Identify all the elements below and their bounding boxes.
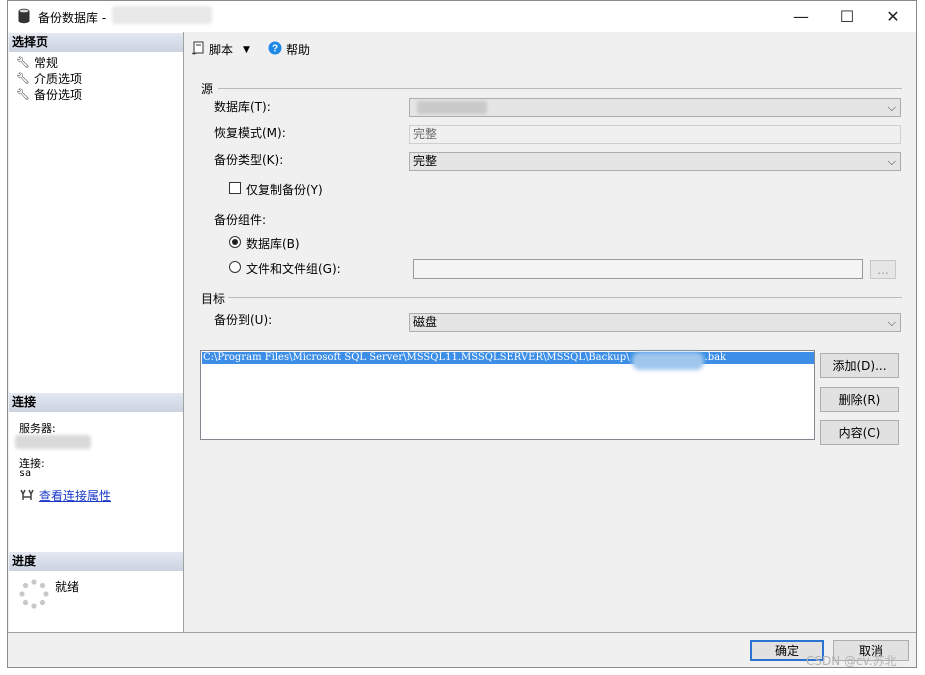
help-button[interactable]: ? 帮助	[268, 41, 310, 58]
backup-type-value: 完整	[413, 154, 438, 168]
backup-to-select[interactable]: 磁盘 ⌵	[409, 313, 901, 332]
select-page-header: 选择页	[9, 33, 183, 52]
chevron-down-icon: ⌵	[887, 316, 896, 329]
nav-item-general[interactable]: 🔧︎ 常规	[16, 54, 58, 71]
backup-database-dialog: 备份数据库 - — ☐ ✕ 选择页 🔧︎ 常规 🔧︎ 介质选项 🔧︎ 备份选项 …	[7, 0, 917, 668]
nav-item-media-options[interactable]: 🔧︎ 介质选项	[16, 70, 82, 87]
minimize-icon: —	[793, 7, 809, 26]
connection-value: sa	[19, 468, 32, 479]
script-button[interactable]: 脚本 ▼	[191, 41, 250, 58]
chevron-down-icon[interactable]: ▼	[243, 45, 250, 55]
add-label: 添加(D)...	[832, 359, 887, 373]
server-label: 服务器:	[19, 422, 56, 435]
backup-to-value: 磁盘	[413, 315, 438, 329]
radio-database-label[interactable]: 数据库(B)	[246, 235, 300, 252]
destination-group-label: 目标	[201, 292, 226, 306]
title-bar: 备份数据库 - — ☐ ✕	[8, 1, 916, 32]
wrench-icon: 🔧︎	[16, 56, 30, 69]
radio-database[interactable]	[229, 236, 241, 248]
wrench-icon: 🔧︎	[16, 88, 30, 101]
progress-status: 就绪	[55, 580, 80, 594]
chevron-down-icon: ⌵	[887, 155, 896, 168]
nav-item-label: 常规	[33, 56, 58, 70]
remove-button[interactable]: 删除(R)	[820, 387, 899, 412]
contents-button[interactable]: 内容(C)	[820, 420, 899, 445]
redacted-title	[112, 6, 212, 24]
backup-to-label: 备份到(U):	[214, 313, 273, 327]
help-label: 帮助	[286, 43, 311, 57]
redacted-server	[15, 435, 91, 449]
maximize-icon: ☐	[839, 7, 855, 26]
radio-files-label[interactable]: 文件和文件组(G):	[246, 260, 341, 277]
nav-item-backup-options[interactable]: 🔧︎ 备份选项	[16, 86, 82, 103]
source-divider	[218, 88, 902, 89]
help-icon: ?	[268, 41, 282, 58]
maximize-button[interactable]: ☐	[824, 1, 870, 32]
main-pane: 脚本 ▼ ? 帮助 源 数据库(T): ⌵ 恢复模式(M): 完整 备份类型(K…	[184, 32, 916, 632]
backup-type-label: 备份类型(K):	[214, 153, 284, 167]
footer-divider	[8, 632, 916, 633]
wrench-icon: 🔧︎	[16, 72, 30, 85]
ok-label: 确定	[774, 644, 799, 658]
copy-only-label[interactable]: 仅复制备份(Y)	[246, 181, 323, 198]
watermark: CSDN @cv.苏北	[806, 654, 897, 668]
connection-properties-icon	[19, 488, 35, 505]
recovery-model-value: 完整	[413, 127, 438, 141]
left-pane: 选择页 🔧︎ 常规 🔧︎ 介质选项 🔧︎ 备份选项 连接 服务器: 连接: sa	[9, 32, 184, 632]
destination-list[interactable]: C:\Program Files\Microsoft SQL Server\MS…	[200, 350, 815, 440]
source-group-label: 源	[201, 82, 214, 96]
path-prefix: C:\Program Files\Microsoft SQL Server\MS…	[203, 352, 630, 363]
path-suffix: .bak	[704, 352, 727, 363]
progress-header: 进度	[9, 552, 183, 571]
browse-label: ...	[877, 262, 889, 277]
svg-text:?: ?	[272, 44, 278, 55]
files-field[interactable]	[413, 259, 863, 279]
destination-divider	[228, 297, 902, 298]
minimize-button[interactable]: —	[778, 1, 824, 32]
list-item[interactable]: C:\Program Files\Microsoft SQL Server\MS…	[202, 352, 814, 364]
radio-files-filegroups[interactable]	[229, 261, 241, 273]
contents-label: 内容(C)	[838, 426, 881, 440]
add-button[interactable]: 添加(D)...	[820, 353, 899, 378]
database-icon	[17, 8, 31, 27]
recovery-model-label: 恢复模式(M):	[214, 126, 286, 140]
recovery-model-field: 完整	[409, 125, 901, 144]
database-label: 数据库(T):	[214, 100, 271, 114]
window-title: 备份数据库 -	[38, 11, 107, 25]
backup-component-label: 备份组件:	[214, 213, 267, 227]
nav-item-label: 介质选项	[33, 72, 82, 86]
backup-type-select[interactable]: 完整 ⌵	[409, 152, 901, 171]
close-button[interactable]: ✕	[870, 1, 916, 32]
close-icon: ✕	[886, 7, 900, 26]
remove-label: 删除(R)	[838, 393, 881, 407]
redacted-filename-mark	[632, 352, 704, 370]
copy-only-checkbox[interactable]	[229, 182, 241, 194]
spinner-icon	[19, 579, 49, 612]
script-label: 脚本	[209, 43, 234, 57]
nav-item-label: 备份选项	[33, 88, 82, 102]
connection-header: 连接	[9, 393, 183, 412]
redacted-database	[417, 101, 487, 114]
browse-files-button[interactable]: ...	[870, 260, 896, 279]
script-icon	[191, 41, 205, 58]
chevron-down-icon: ⌵	[887, 101, 896, 114]
view-connection-properties-link[interactable]: 查看连接属性	[39, 487, 111, 504]
